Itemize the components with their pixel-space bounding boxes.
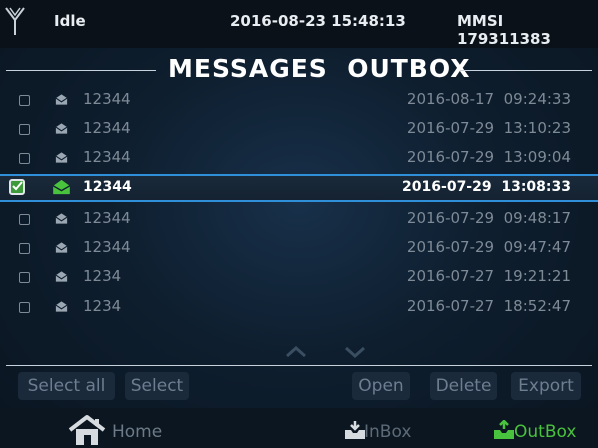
message-timestamp: 2016-07-29 13:10:23: [406, 119, 571, 137]
bottom-nav: Home InBox OutBox: [0, 408, 598, 448]
envelope-icon: [55, 94, 68, 105]
message-recipient: 12344: [83, 209, 131, 227]
row-checkbox[interactable]: [19, 214, 30, 225]
message-timestamp: 2016-08-17 09:24:33: [406, 90, 571, 108]
open-envelope-icon: [52, 179, 71, 195]
message-timestamp: 2016-07-29 13:08:33: [402, 179, 571, 195]
message-timestamp: 2016-07-27 19:21:21: [406, 267, 571, 285]
message-recipient: 12344: [83, 238, 131, 256]
message-timestamp: 2016-07-29 09:48:17: [406, 209, 571, 227]
checkmark-icon: [12, 181, 23, 191]
row-checkbox[interactable]: [19, 302, 30, 313]
row-checkbox[interactable]: [19, 243, 30, 254]
nav-inbox-label: InBox: [364, 422, 412, 442]
row-checkbox[interactable]: [19, 153, 30, 164]
open-button[interactable]: Open: [352, 372, 410, 400]
message-row[interactable]: 12344 2016-07-29 09:47:47: [0, 234, 598, 262]
title-rule-right: [460, 70, 592, 71]
row-checkbox[interactable]: [19, 272, 30, 283]
message-timestamp: 2016-07-29 13:09:04: [406, 148, 571, 166]
outbox-icon: [494, 420, 514, 439]
status-bar: Idle 2016-08-23 15:48:13 MMSI 179311383: [0, 0, 598, 48]
envelope-icon: [55, 213, 68, 224]
message-row[interactable]: 1234 2016-07-27 19:21:21: [0, 263, 598, 291]
message-recipient: 12344: [83, 148, 131, 166]
row-checkbox[interactable]: [19, 124, 30, 135]
mmsi-number: MMSI 179311383: [457, 12, 551, 48]
message-row[interactable]: 12344 2016-08-17 09:24:33: [0, 86, 598, 114]
nav-outbox[interactable]: OutBox: [493, 408, 593, 448]
screen: Idle 2016-08-23 15:48:13 MMSI 179311383 …: [0, 0, 598, 448]
envelope-icon: [55, 242, 68, 253]
nav-home-label: Home: [112, 422, 163, 442]
message-recipient: 12344: [83, 90, 131, 108]
message-recipient: 12344: [83, 179, 132, 195]
select-all-button[interactable]: Select all: [18, 372, 115, 400]
nav-home[interactable]: Home: [66, 408, 176, 448]
message-recipient: 1234: [83, 297, 122, 315]
envelope-icon: [55, 152, 68, 163]
antenna-icon: [5, 7, 25, 35]
nav-inbox[interactable]: InBox: [344, 408, 434, 448]
nav-outbox-label: OutBox: [514, 422, 577, 442]
datetime: 2016-08-23 15:48:13: [230, 12, 406, 30]
home-icon: [68, 415, 106, 445]
message-timestamp: 2016-07-27 18:52:47: [406, 297, 571, 315]
export-button[interactable]: Export: [511, 372, 581, 400]
message-recipient: 12344: [83, 119, 131, 137]
scroll-down-icon[interactable]: [344, 346, 366, 358]
message-row[interactable]: 12344 2016-07-29 13:08:33: [0, 174, 598, 202]
delete-button[interactable]: Delete: [430, 372, 497, 400]
message-row[interactable]: 12344 2016-07-29 13:09:04: [0, 144, 598, 172]
title-rule-left: [6, 70, 156, 71]
scroll-up-icon[interactable]: [285, 346, 307, 358]
title-row: MESSAGES OUTBOX: [0, 52, 598, 84]
status-text: Idle: [54, 12, 86, 30]
envelope-icon: [55, 301, 68, 312]
envelope-icon: [55, 123, 68, 134]
message-row[interactable]: 12344 2016-07-29 09:48:17: [0, 205, 598, 233]
envelope-icon: [55, 271, 68, 282]
message-timestamp: 2016-07-29 09:47:47: [406, 238, 571, 256]
message-row[interactable]: 12344 2016-07-29 13:10:23: [0, 115, 598, 143]
message-row[interactable]: 1234 2016-07-27 18:52:47: [0, 293, 598, 321]
row-checkbox[interactable]: [19, 95, 30, 106]
select-button[interactable]: Select: [125, 372, 189, 400]
list-divider: [6, 365, 592, 366]
inbox-icon: [345, 421, 365, 439]
page-title: MESSAGES OUTBOX: [168, 54, 471, 83]
message-recipient: 1234: [83, 267, 122, 285]
